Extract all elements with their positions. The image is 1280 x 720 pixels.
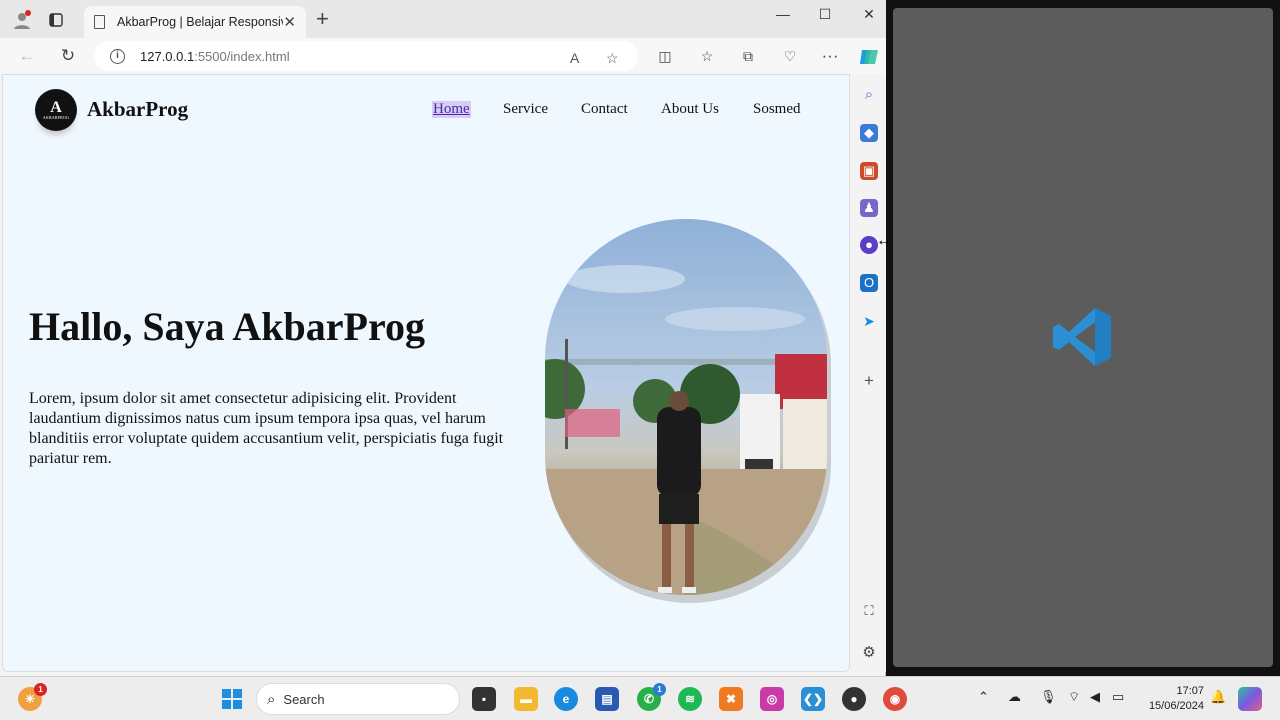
more-options-icon[interactable]: ··· (819, 46, 841, 66)
start-icon[interactable] (220, 687, 244, 711)
nav-sosmed[interactable]: Sosmed (753, 101, 801, 118)
web-page: A AKBARPROG AkbarProg Home Service Conta… (2, 74, 850, 672)
hero-paragraph: Lorem, ipsum dolor sit amet consectetur … (29, 390, 504, 467)
taskbar-clock[interactable]: 17:07 15/06/2024 (1140, 684, 1204, 714)
whatsapp-icon[interactable]: ✆ 1 (637, 683, 666, 711)
vscode-window[interactable] (893, 8, 1273, 667)
volume-icon[interactable]: ◀ (1090, 689, 1100, 705)
clock-time: 17:07 (1176, 685, 1204, 697)
site-info-icon[interactable]: i (110, 48, 125, 64)
tools-icon[interactable]: ▣ (860, 162, 878, 180)
site-logo[interactable]: A AKBARPROG (35, 89, 77, 131)
maximize-icon[interactable]: ☐ (810, 6, 840, 23)
add-sidebar-app-icon[interactable]: + (860, 372, 878, 390)
favorites-icon[interactable]: ☆ (696, 46, 718, 66)
tray-overflow-chevron-icon[interactable]: ⌃ (978, 689, 989, 705)
url-path: :5500/index.html (194, 48, 290, 64)
whatsapp-badge: 1 (653, 683, 666, 696)
resize-cursor-icon: ↔ (876, 232, 892, 249)
shopping-tag-icon[interactable]: ◆ (860, 124, 878, 142)
games-icon[interactable]: ♟ (860, 199, 878, 217)
profile-photo (545, 219, 827, 595)
tab-actions-icon[interactable] (44, 8, 68, 32)
logo-mark: A (50, 98, 62, 116)
screenshot-icon[interactable]: ⛶ (860, 602, 878, 620)
onedrive-icon[interactable]: ☁ (1008, 689, 1021, 705)
battery-icon[interactable]: ▭ (1112, 689, 1124, 705)
nav-service[interactable]: Service (503, 101, 548, 118)
browser-window: AkbarProg | Belajar Responsive ✕ + — ☐ ✕… (0, 0, 886, 676)
vscode-logo-icon (1053, 308, 1111, 366)
edge-sidebar: ⌕ ◆ ▣ ♟ ● O ➤ + ⛶ ⚙ (852, 74, 886, 672)
nav-contact[interactable]: Contact (581, 101, 628, 118)
notifications-bell-icon[interactable]: 🔔 (1210, 689, 1226, 705)
clock-date: 15/06/2024 (1148, 700, 1204, 712)
minimize-icon[interactable]: — (768, 6, 798, 22)
xampp-icon[interactable]: ✖ (719, 687, 743, 711)
close-tab-icon[interactable]: ✕ (283, 13, 296, 31)
url-host: 127.0.0.1 (140, 48, 195, 64)
chrome-icon[interactable]: ◉ (883, 687, 907, 711)
vscode-taskbar-icon[interactable]: ❮❯ (801, 687, 825, 711)
hero-title: Hallo, Saya AkbarProg (29, 304, 425, 349)
address-bar-row: ← ↻ i 127.0.0.1:5500/index.html A ☆ ◫ ☆ … (0, 38, 886, 74)
close-window-icon[interactable]: ✕ (854, 6, 884, 23)
logo-small-text: AKBARPROG (42, 114, 70, 120)
spotify-icon[interactable]: ≋ (678, 687, 702, 711)
search-icon[interactable]: ⌕ (860, 86, 878, 104)
outlook-icon[interactable]: O (860, 274, 878, 292)
search-magnifier-icon: ⌕ (267, 690, 276, 708)
windows-taskbar: ☀ 1 ⌕ Search ▪ ▬ e ▤ ✆ 1 ≋ ✖ ◎ ❮❯ ● ◉ ⌃ ☁ … (0, 676, 1280, 720)
search-label: Search (283, 691, 325, 707)
profile-icon[interactable] (10, 8, 34, 32)
favorite-star-icon[interactable]: ☆ (606, 50, 619, 67)
tab-active[interactable]: AkbarProg | Belajar Responsive ✕ (84, 6, 306, 38)
instagram-icon[interactable]: ◎ (760, 687, 784, 711)
read-aloud-icon[interactable]: A (570, 50, 579, 66)
site-brand[interactable]: AkbarProg (87, 97, 188, 122)
wifi-icon[interactable]: ⌔ (1068, 689, 1080, 705)
task-view-icon[interactable]: ▪ (472, 687, 496, 711)
send-icon[interactable]: ➤ (860, 312, 878, 330)
file-explorer-icon[interactable]: ▬ (514, 687, 538, 711)
weather-icon[interactable]: ☀ 1 (18, 683, 47, 711)
weather-badge: 1 (34, 683, 47, 696)
edge-icon[interactable]: e (554, 687, 578, 711)
copilot-icon[interactable] (858, 46, 880, 73)
page-icon (94, 15, 105, 29)
split-screen-icon[interactable]: ◫ (654, 46, 676, 66)
sidebar-settings-gear-icon[interactable]: ⚙ (860, 644, 878, 662)
nav-about-us[interactable]: About Us (661, 101, 719, 118)
collections-icon[interactable]: ⧉ (737, 46, 759, 66)
address-bar[interactable]: i 127.0.0.1:5500/index.html A ☆ (94, 41, 638, 71)
new-tab-icon[interactable]: + (316, 8, 329, 30)
tab-bar: AkbarProg | Belajar Responsive ✕ + — ☐ ✕ (0, 0, 886, 38)
store-icon[interactable]: ▤ (595, 687, 619, 711)
back-arrow-icon[interactable]: ← (16, 46, 38, 66)
tab-title: AkbarProg | Belajar Responsive (117, 15, 284, 29)
taskbar-search[interactable]: ⌕ Search (256, 683, 460, 715)
refresh-icon[interactable]: ↻ (57, 46, 79, 66)
obs-icon[interactable]: ● (842, 687, 866, 711)
browser-essentials-icon[interactable]: ♡ (779, 46, 801, 66)
microphone-icon[interactable]: 🎙 (1040, 689, 1057, 705)
nav-home[interactable]: Home (432, 101, 471, 118)
copilot-taskbar-icon[interactable] (1238, 687, 1262, 711)
